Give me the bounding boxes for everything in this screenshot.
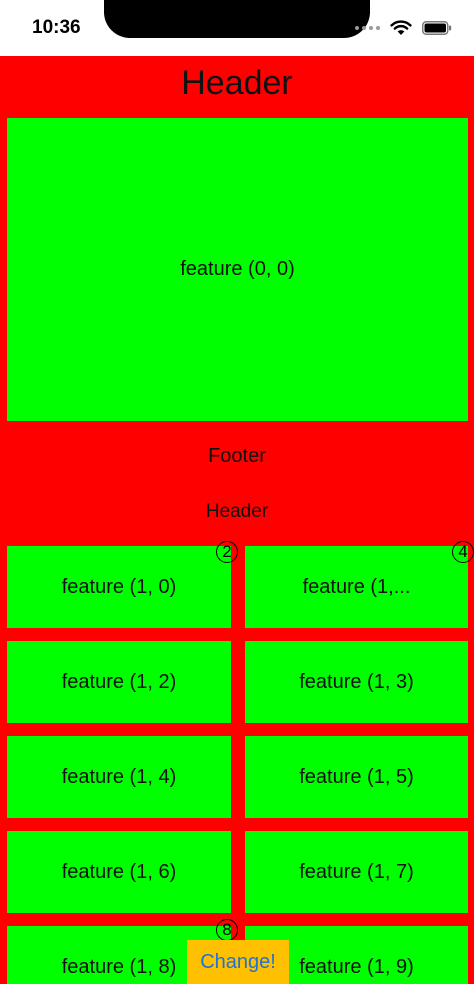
- feature-cell-1-2[interactable]: feature (1, 2): [7, 641, 231, 723]
- change-button[interactable]: Change!: [187, 940, 289, 984]
- notch: [104, 0, 370, 38]
- collection-view[interactable]: Header feature (0, 0) Footer Header feat…: [0, 56, 474, 984]
- badge-4: 4: [452, 541, 474, 563]
- badge-2: 2: [216, 541, 238, 563]
- signal-dots-icon: [355, 26, 380, 30]
- battery-icon: [422, 21, 452, 35]
- status-icons: [355, 18, 452, 38]
- feature-cell-1-7[interactable]: feature (1, 7): [245, 831, 468, 913]
- feature-cell-1-5[interactable]: feature (1, 5): [245, 736, 468, 818]
- wifi-icon: [390, 20, 412, 35]
- badge-8: 8: [216, 919, 238, 941]
- status-time: 10:36: [32, 17, 81, 38]
- section-header: Header: [181, 64, 293, 102]
- section-header: Header: [205, 501, 269, 522]
- feature-cell-1-4[interactable]: feature (1, 4): [7, 736, 231, 818]
- feature-cell-1-6[interactable]: feature (1, 6): [7, 831, 231, 913]
- feature-cell-1-1[interactable]: feature (1,...: [245, 546, 468, 628]
- section-footer: Footer: [208, 445, 266, 467]
- feature-cell-0-0[interactable]: feature (0, 0): [7, 118, 468, 421]
- feature-cell-1-3[interactable]: feature (1, 3): [245, 641, 468, 723]
- status-bar: 10:36: [0, 0, 474, 56]
- feature-cell-1-0[interactable]: feature (1, 0): [7, 546, 231, 628]
